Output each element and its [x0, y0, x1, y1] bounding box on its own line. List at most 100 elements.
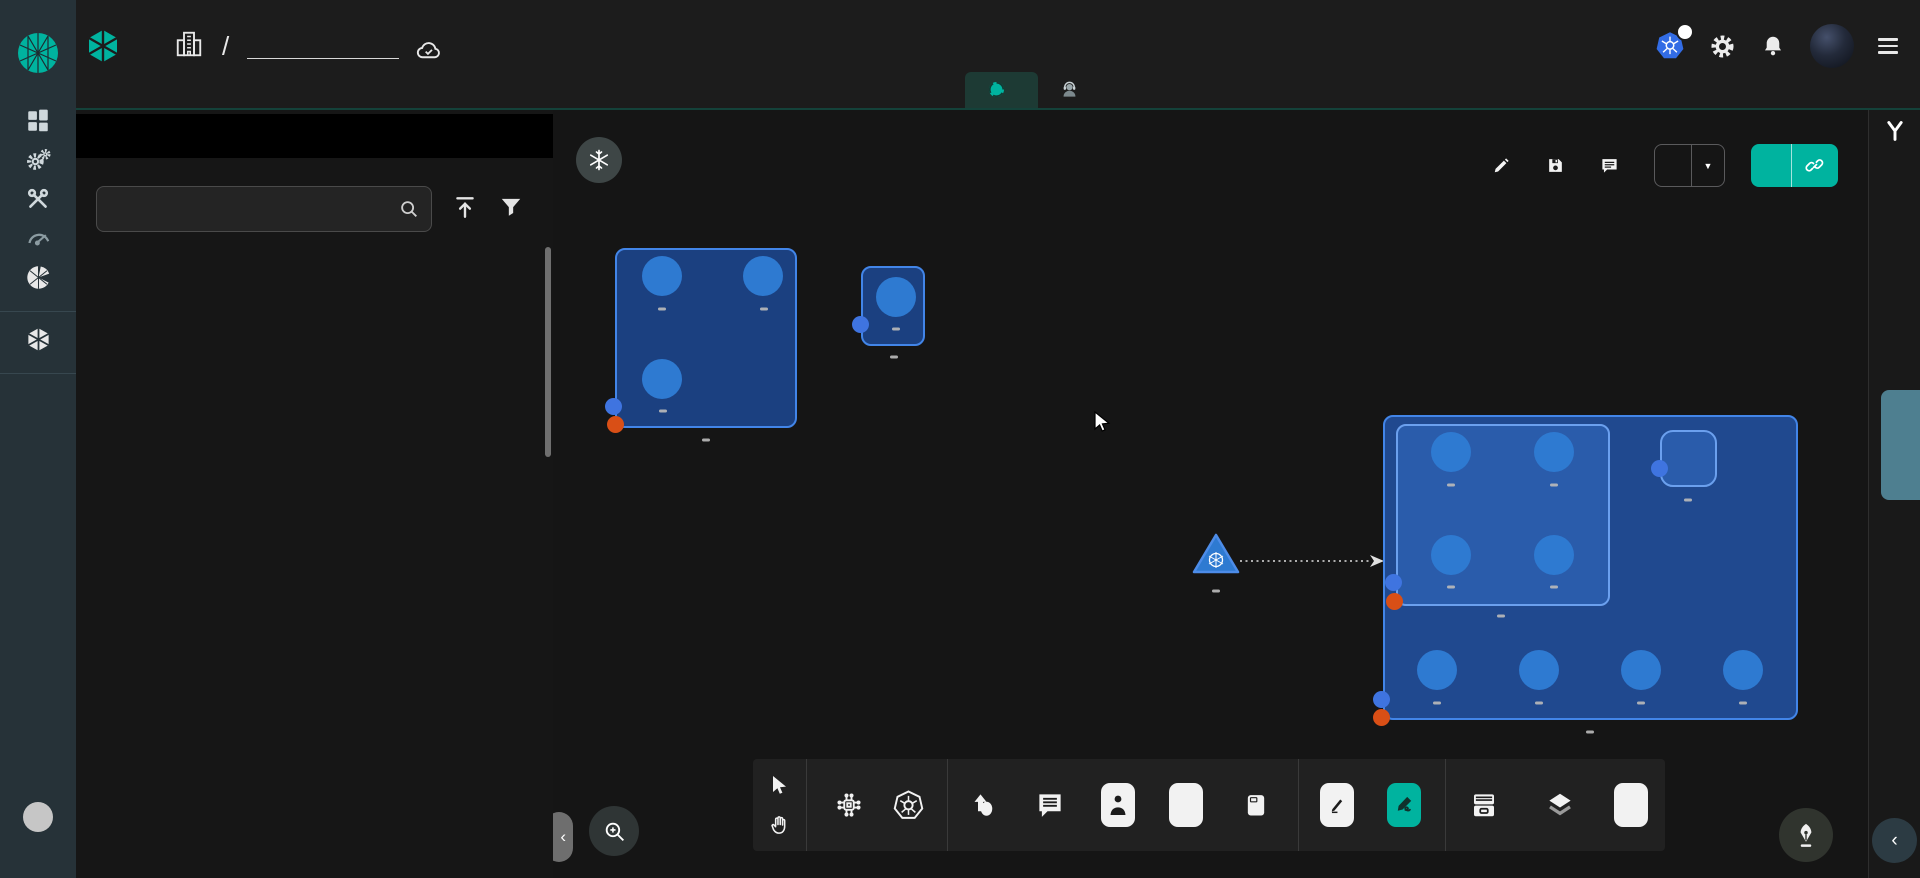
- tab-design[interactable]: [965, 72, 1038, 108]
- merge-y-icon[interactable]: [1881, 118, 1908, 150]
- service-node-wordpress[interactable]: [1191, 532, 1241, 581]
- design-name-field: [247, 33, 399, 59]
- pod-node[interactable]: [743, 256, 783, 296]
- node-label: [760, 308, 768, 311]
- help-tool[interactable]: [1614, 783, 1648, 827]
- search-input[interactable]: [96, 186, 432, 232]
- chevron-left-button[interactable]: ‹: [1872, 818, 1917, 863]
- pod-node[interactable]: [1519, 650, 1559, 690]
- node-spec[interactable]: [1660, 430, 1717, 487]
- menu-icon[interactable]: [1878, 38, 1898, 54]
- configuration-tools-icon[interactable]: [23, 184, 53, 214]
- group-label: [1497, 615, 1505, 618]
- comment-icon: [1600, 156, 1619, 175]
- media-tool[interactable]: [1101, 783, 1135, 827]
- kubernetes-mini-badge[interactable]: [605, 398, 622, 415]
- error-badge[interactable]: [1373, 709, 1390, 726]
- kubernetes-mini-badge[interactable]: [1651, 460, 1668, 477]
- canvas-toolbar: ▼: [1492, 144, 1838, 187]
- kubernetes-mini-badge[interactable]: [1373, 691, 1390, 708]
- pod-node[interactable]: [1431, 535, 1471, 575]
- zoom-in-button[interactable]: [589, 806, 639, 856]
- operate-headset-icon: [1060, 80, 1079, 99]
- design-canvas[interactable]: ▼: [553, 110, 1868, 878]
- lifecycle-gears-icon[interactable]: [23, 145, 53, 175]
- shapes-tool[interactable]: [965, 783, 1001, 827]
- error-badge[interactable]: [607, 416, 624, 433]
- pod-node[interactable]: [642, 256, 682, 296]
- dashboard-icon[interactable]: [23, 106, 53, 136]
- actions-button[interactable]: ▼: [1654, 144, 1725, 187]
- notifications-bell-icon[interactable]: [1760, 33, 1786, 59]
- kanvas-brand[interactable]: [86, 28, 130, 64]
- kanvas-hexagon-rail-icon[interactable]: [23, 324, 53, 354]
- mode-tabs: [965, 72, 1111, 108]
- kubernetes-badge-count: [1676, 23, 1694, 41]
- group-label: [890, 356, 898, 359]
- comments-button[interactable]: [1600, 156, 1628, 175]
- tab-operate[interactable]: [1038, 72, 1111, 108]
- search-icon[interactable]: [398, 198, 420, 225]
- organization-icon[interactable]: [174, 29, 204, 64]
- filter-icon[interactable]: [498, 194, 524, 225]
- collapse-panel-button[interactable]: ‹: [553, 812, 573, 862]
- design-name-input[interactable]: [247, 36, 399, 59]
- kubernetes-connection-button[interactable]: [1655, 30, 1685, 62]
- new-button[interactable]: [1492, 156, 1520, 175]
- kubernetes-components-tool[interactable]: [890, 783, 926, 827]
- comment-tool[interactable]: [1032, 783, 1068, 827]
- node-label: [1535, 702, 1543, 705]
- node-label: [1212, 590, 1220, 593]
- feedback-tab[interactable]: [1881, 390, 1920, 500]
- sketch-tool-active[interactable]: [1387, 783, 1421, 827]
- note-tool[interactable]: [1238, 783, 1274, 827]
- pod-node[interactable]: [1534, 432, 1574, 472]
- designs-panel: [76, 110, 553, 878]
- kanvas-hexagon-logo-icon: [86, 28, 120, 64]
- actions-caret-icon[interactable]: ▼: [1692, 161, 1724, 171]
- kanvas-app: /: [0, 0, 1920, 878]
- layers-tool[interactable]: [1542, 783, 1578, 827]
- pod-node[interactable]: [1621, 650, 1661, 690]
- group-node-spec-template-spec[interactable]: [1396, 424, 1610, 606]
- designs-search-row: [76, 158, 553, 232]
- pod-node[interactable]: [1723, 650, 1763, 690]
- drawer-tool[interactable]: [1466, 783, 1502, 827]
- select-tool[interactable]: [761, 773, 797, 799]
- kubernetes-mini-badge[interactable]: [1385, 574, 1402, 591]
- performance-gauge-icon[interactable]: [23, 223, 53, 253]
- text-tool[interactable]: [1169, 783, 1203, 827]
- edge-wordpress-to-deployment[interactable]: [1238, 551, 1388, 569]
- user-avatar[interactable]: [1810, 24, 1854, 68]
- publish-icon[interactable]: [452, 194, 478, 225]
- pod-node[interactable]: [1417, 650, 1457, 690]
- copy-link-icon[interactable]: [1792, 156, 1838, 176]
- dock-toggle-button[interactable]: [576, 137, 622, 183]
- pan-hand-tool[interactable]: [761, 811, 797, 837]
- share-button[interactable]: [1751, 144, 1838, 187]
- rail-nav: [0, 106, 76, 386]
- settings-gear-icon[interactable]: [1709, 33, 1736, 60]
- node-label: [659, 410, 667, 413]
- cloud-saved-icon: [415, 37, 442, 69]
- tools-dock: [753, 759, 1665, 851]
- pod-node[interactable]: [1534, 535, 1574, 575]
- kanvas-mesh-logo-icon[interactable]: [17, 32, 59, 74]
- node-label: [1684, 499, 1692, 502]
- designs-panel-title: [76, 114, 553, 158]
- mesh-icon[interactable]: [23, 262, 53, 292]
- right-rail: ‹: [1868, 110, 1920, 878]
- top-bar: /: [76, 0, 1920, 110]
- pen-mode-button[interactable]: [1779, 808, 1833, 862]
- rail-divider: [0, 373, 76, 374]
- help-button[interactable]: [23, 802, 53, 832]
- pod-node[interactable]: [642, 359, 682, 399]
- pod-node[interactable]: [1431, 432, 1471, 472]
- kubernetes-mini-badge[interactable]: [852, 316, 869, 333]
- annotate-pen-tool[interactable]: [1320, 783, 1354, 827]
- save-as-button[interactable]: [1546, 156, 1574, 175]
- designs-scrollbar[interactable]: [545, 247, 551, 457]
- error-badge[interactable]: [1386, 593, 1403, 610]
- api-components-tool[interactable]: [831, 783, 867, 827]
- pod-node[interactable]: [876, 277, 916, 317]
